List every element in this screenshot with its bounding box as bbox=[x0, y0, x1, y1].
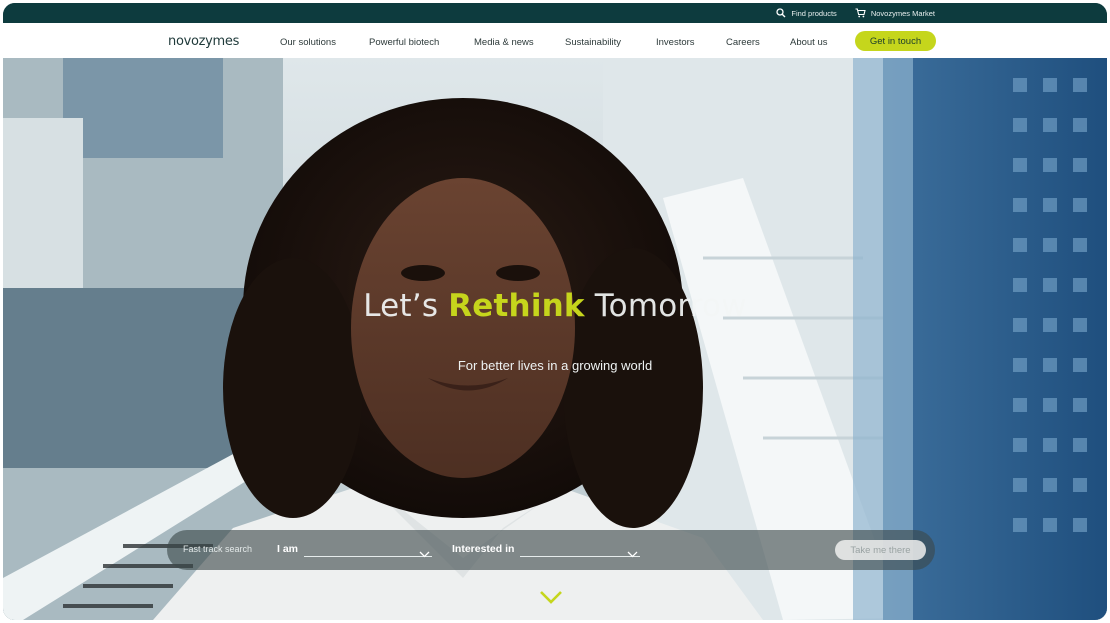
headline-accent: Rethink bbox=[448, 288, 585, 324]
find-products-link[interactable]: Find products bbox=[776, 8, 837, 18]
interested-in-select[interactable] bbox=[520, 542, 640, 558]
find-products-label: Find products bbox=[791, 8, 837, 18]
search-icon bbox=[776, 8, 786, 18]
nav-careers[interactable]: Careers bbox=[726, 37, 760, 48]
fast-track-search: Fast track search I am Interested in Tak… bbox=[167, 530, 935, 570]
get-in-touch-button[interactable]: Get in touch bbox=[855, 31, 936, 51]
cart-icon bbox=[855, 8, 866, 18]
novozymes-market-link[interactable]: Novozymes Market bbox=[855, 8, 935, 18]
nav-our-solutions[interactable]: Our solutions bbox=[280, 37, 336, 48]
headline-pre: Let’s bbox=[363, 288, 449, 324]
nav-powerful-biotech[interactable]: Powerful biotech bbox=[369, 37, 439, 48]
hero-section: Let’s Rethink Tomorrow For better lives … bbox=[3, 58, 1107, 620]
chevron-down-icon bbox=[539, 591, 563, 608]
nav-sustainability[interactable]: Sustainability bbox=[565, 37, 621, 48]
novozymes-logo[interactable]: novozymes bbox=[168, 34, 239, 49]
browser-page: Find products Novozymes Market novozymes… bbox=[3, 3, 1107, 620]
hero-headline: Let’s Rethink Tomorrow bbox=[3, 288, 1107, 324]
i-am-label: I am bbox=[277, 543, 299, 555]
novozymes-market-label: Novozymes Market bbox=[870, 8, 935, 18]
interested-in-label: Interested in bbox=[452, 543, 515, 555]
nav-investors[interactable]: Investors bbox=[656, 37, 695, 48]
scroll-down-button[interactable] bbox=[539, 590, 563, 609]
nav-media-news[interactable]: Media & news bbox=[474, 37, 534, 48]
nav-about-us[interactable]: About us bbox=[790, 37, 828, 48]
fast-track-label: Fast track search bbox=[183, 544, 253, 554]
hero-subline: For better lives in a growing world bbox=[457, 358, 653, 373]
main-navigation: novozymes Our solutions Powerful biotech… bbox=[3, 23, 1107, 58]
utility-bar: Find products Novozymes Market bbox=[3, 3, 1107, 23]
take-me-there-button[interactable]: Take me there bbox=[835, 540, 926, 560]
headline-post: Tomorrow bbox=[584, 288, 747, 324]
chevron-down-icon bbox=[627, 545, 638, 563]
chevron-down-icon bbox=[419, 545, 430, 563]
i-am-select[interactable] bbox=[304, 542, 432, 558]
